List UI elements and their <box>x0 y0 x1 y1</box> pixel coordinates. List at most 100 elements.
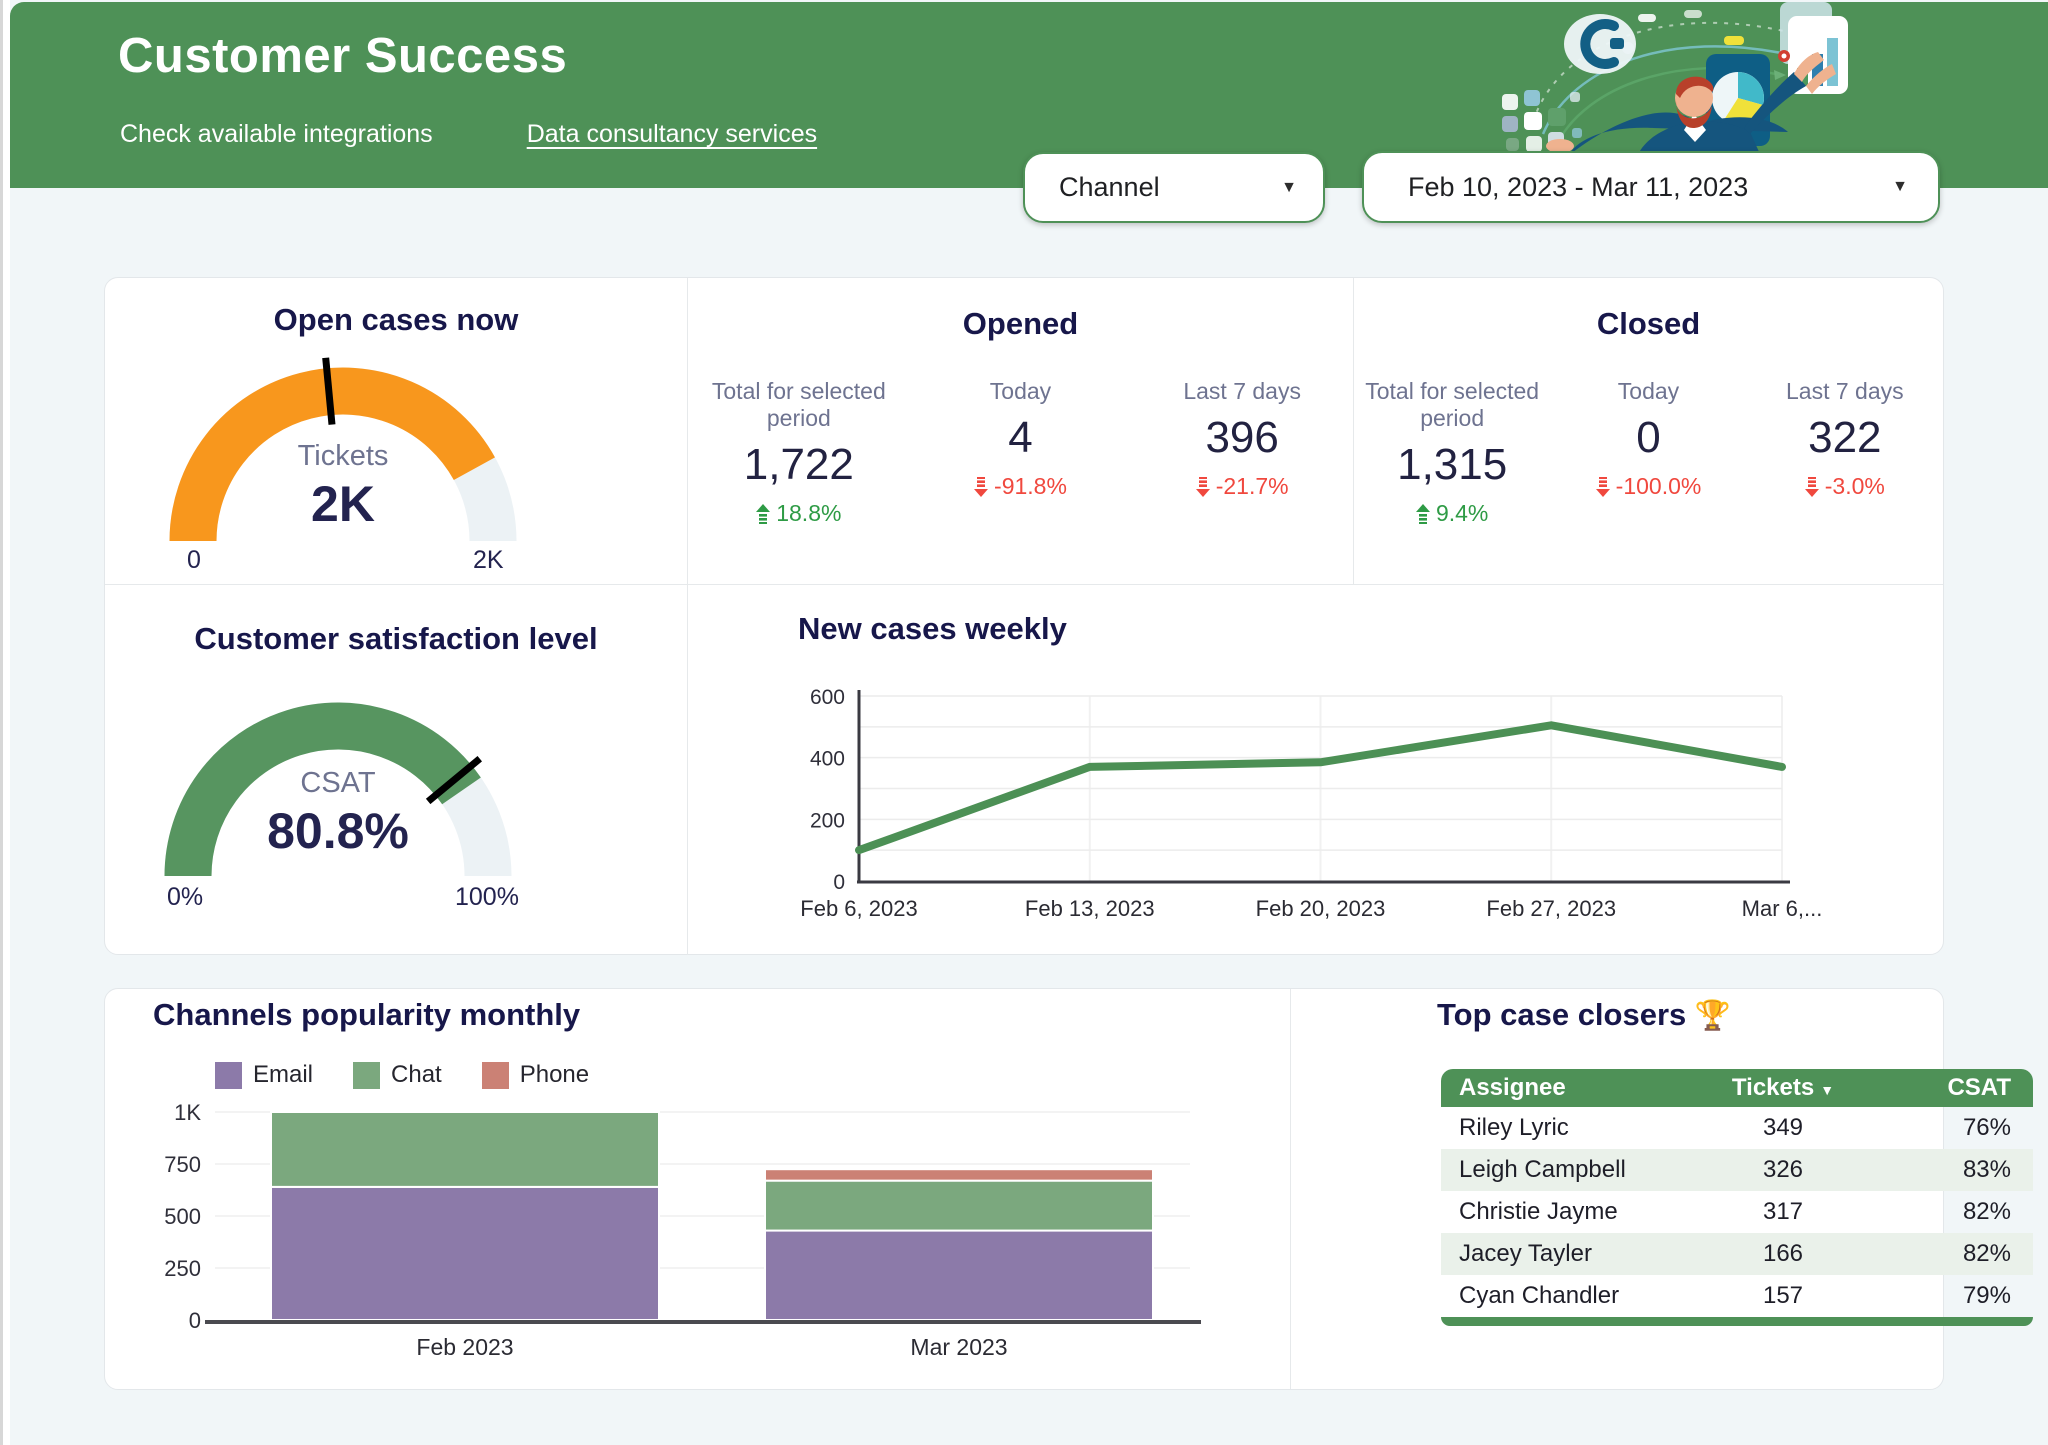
cell-csat: 82% <box>1863 1240 2033 1268</box>
kpi-label: Last 7 days <box>1755 378 1935 405</box>
channels-popularity-title: Channels popularity monthly <box>153 997 580 1033</box>
kpi-value: 322 <box>1755 413 1935 463</box>
legend-label: Phone <box>520 1061 589 1089</box>
trophy-icon: 🏆 <box>1695 1000 1731 1032</box>
legend-item: Phone <box>482 1061 589 1089</box>
table-row: Jacey Tayler16682% <box>1441 1233 2033 1275</box>
table-row: Cyan Chandler15779% <box>1441 1275 2033 1317</box>
open-cases-gauge-label: Tickets <box>233 440 453 473</box>
date-range-dropdown[interactable]: Feb 10, 2023 - Mar 11, 2023 ▼ <box>1362 151 1940 223</box>
svg-text:0: 0 <box>833 871 845 894</box>
open-cases-gauge-max: 2K <box>473 546 504 575</box>
column-header-assignee: Assignee <box>1441 1074 1703 1102</box>
svg-text:400: 400 <box>810 748 845 771</box>
column-header-csat: CSAT <box>1863 1074 2033 1102</box>
legend-swatch <box>353 1062 380 1089</box>
table-row: Riley Lyric34976% <box>1441 1107 2033 1149</box>
top-case-closers-panel: Top case closers 🏆 Assignee Tickets▼ CSA… <box>1291 989 1943 1389</box>
csat-gauge-min: 0% <box>167 883 203 912</box>
top-case-closers-title: Top case closers 🏆 <box>1437 997 1731 1033</box>
kpi-value: 396 <box>1139 413 1345 463</box>
link-check-integrations[interactable]: Check available integrations <box>120 120 433 149</box>
kpi-value: 1,722 <box>696 440 902 490</box>
svg-text:500: 500 <box>164 1204 201 1229</box>
chevron-down-icon: ▼ <box>1281 179 1297 197</box>
svg-text:Mar 2023: Mar 2023 <box>910 1334 1007 1360</box>
new-cases-weekly-panel: New cases weekly 0200400600Feb 6, 2023Fe… <box>688 585 1943 955</box>
top-closers-table-footer-bar <box>1441 1317 2033 1326</box>
cell-csat: 79% <box>1863 1282 2033 1310</box>
kpi-stat: Total for selected period1,3159.4% <box>1354 378 1550 527</box>
date-range-value: Feb 10, 2023 - Mar 11, 2023 <box>1408 172 1892 203</box>
kpi-stat: Today4-91.8% <box>910 378 1132 527</box>
svg-text:1K: 1K <box>174 1100 201 1125</box>
csat-gauge-label: CSAT <box>228 767 448 800</box>
kpi-stat: Today0-100.0% <box>1550 378 1746 527</box>
kpi-card-block: Open cases now Tickets 2K 0 2K Opened To… <box>104 277 1944 955</box>
new-cases-weekly-title: New cases weekly <box>798 611 1067 647</box>
channels-legend: Email Chat Phone <box>215 1061 589 1089</box>
kpi-stat: Last 7 days 322 -3.0% <box>1747 378 1943 527</box>
cell-assignee: Jacey Tayler <box>1441 1240 1703 1268</box>
chevron-down-icon: ▼ <box>1892 178 1908 196</box>
channels-popularity-chart: 02505007501KFeb 2023Mar 2023 <box>105 1099 1291 1379</box>
opened-panel: Opened Total for selected period 1,722 18.… <box>688 278 1354 585</box>
kpi-delta: -100.0% <box>1558 473 1738 500</box>
cell-assignee: Riley Lyric <box>1441 1114 1703 1142</box>
top-closers-table: Assignee Tickets▼ CSAT Riley Lyric34976%… <box>1441 1069 2033 1326</box>
cell-csat: 83% <box>1863 1156 2033 1184</box>
column-header-tickets[interactable]: Tickets▼ <box>1703 1074 1863 1102</box>
svg-text:600: 600 <box>810 686 845 709</box>
kpi-delta: -3.0% <box>1755 473 1935 500</box>
csat-gauge-max: 100% <box>455 883 519 912</box>
legend-swatch <box>215 1062 242 1089</box>
kpi-delta: 18.8% <box>696 500 902 527</box>
kpi-delta: 9.4% <box>1362 500 1542 527</box>
open-cases-panel: Open cases now Tickets 2K 0 2K <box>105 278 688 585</box>
arrow-up-icon <box>756 504 770 524</box>
svg-text:200: 200 <box>810 809 845 832</box>
cell-tickets: 157 <box>1703 1282 1863 1310</box>
sort-desc-icon: ▼ <box>1820 1082 1834 1098</box>
legend-item: Email <box>215 1061 313 1089</box>
csat-gauge-value: 80.8% <box>228 802 448 860</box>
opened-stats: Total for selected period1,72218.8%Today… <box>688 378 1353 527</box>
cell-tickets: 317 <box>1703 1198 1863 1226</box>
cell-tickets: 166 <box>1703 1240 1863 1268</box>
arrow-down-icon <box>974 477 988 497</box>
cell-assignee: Cyan Chandler <box>1441 1282 1703 1310</box>
csat-gauge-center: CSAT 80.8% <box>228 767 448 860</box>
svg-text:250: 250 <box>164 1256 201 1281</box>
closed-panel: Closed Total for selected period1,3159.4… <box>1354 278 1943 585</box>
table-row: Leigh Campbell32683% <box>1441 1149 2033 1191</box>
cell-csat: 76% <box>1863 1114 2033 1142</box>
new-cases-weekly-chart: 0200400600Feb 6, 2023Feb 13, 2023Feb 20,… <box>688 670 1945 945</box>
top-closers-table-header: Assignee Tickets▼ CSAT <box>1441 1069 2033 1107</box>
page-title: Customer Success <box>118 28 567 84</box>
channel-filter-dropdown[interactable]: Channel ▼ <box>1023 152 1325 223</box>
svg-text:Feb 27, 2023: Feb 27, 2023 <box>1486 896 1616 921</box>
window-left-edge <box>0 0 10 1445</box>
open-cases-gauge-value: 2K <box>233 475 453 533</box>
opened-title: Opened <box>688 306 1353 342</box>
kpi-value: 1,315 <box>1362 440 1542 490</box>
link-data-consultancy[interactable]: Data consultancy services <box>527 120 817 149</box>
legend-swatch <box>482 1062 509 1089</box>
kpi-delta: -91.8% <box>918 473 1124 500</box>
bottom-card-block: Channels popularity monthly Email Chat Pho… <box>104 988 1944 1390</box>
cell-csat: 82% <box>1863 1198 2033 1226</box>
cell-tickets: 326 <box>1703 1156 1863 1184</box>
kpi-label: Total for selected period <box>696 378 902 432</box>
top-closers-table-body: Riley Lyric34976%Leigh Campbell32683% Chr… <box>1441 1107 2033 1317</box>
kpi-stat: Last 7 days396-21.7% <box>1131 378 1353 527</box>
arrow-down-icon <box>1596 477 1610 497</box>
dashboard-page: Customer Success Check available integra… <box>0 0 2048 1445</box>
svg-text:0: 0 <box>189 1308 201 1333</box>
kpi-label: Last 7 days <box>1139 378 1345 405</box>
logo-icon <box>1564 14 1636 74</box>
header-illustration <box>1488 2 1860 154</box>
kpi-value: 4 <box>918 413 1124 463</box>
legend-label: Chat <box>391 1061 442 1089</box>
channels-popularity-panel: Channels popularity monthly Email Chat Pho… <box>105 989 1291 1389</box>
cell-assignee: Christie Jayme <box>1441 1198 1703 1226</box>
